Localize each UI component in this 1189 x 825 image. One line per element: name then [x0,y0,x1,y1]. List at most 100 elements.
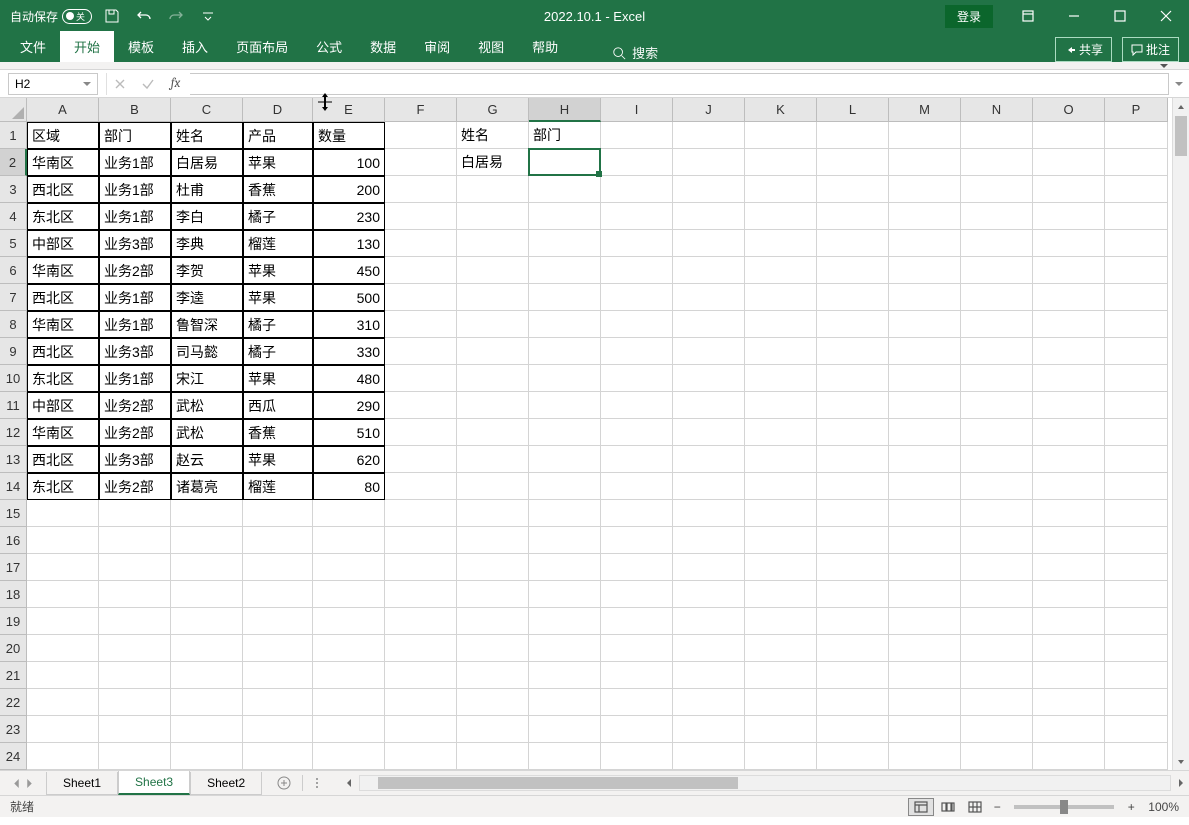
sheet-tab-Sheet2[interactable]: Sheet2 [190,772,262,795]
cell-K17[interactable] [745,554,817,581]
cell-C9[interactable]: 司马懿 [171,338,243,365]
cell-C10[interactable]: 宋江 [171,365,243,392]
ribbon-tab-插入[interactable]: 插入 [168,31,222,62]
cell-H6[interactable] [529,257,601,284]
cell-J13[interactable] [673,446,745,473]
cell-P20[interactable] [1105,635,1168,662]
cell-I21[interactable] [601,662,673,689]
cell-J5[interactable] [673,230,745,257]
cell-N5[interactable] [961,230,1033,257]
cell-J20[interactable] [673,635,745,662]
cell-D7[interactable]: 苹果 [243,284,313,311]
cell-O22[interactable] [1033,689,1105,716]
sheet-tab-Sheet1[interactable]: Sheet1 [46,772,118,795]
cell-H21[interactable] [529,662,601,689]
cell-G17[interactable] [457,554,529,581]
login-button[interactable]: 登录 [945,5,993,28]
col-header-A[interactable]: A [27,98,99,122]
cell-H20[interactable] [529,635,601,662]
cell-G16[interactable] [457,527,529,554]
cell-O16[interactable] [1033,527,1105,554]
hscroll-left-icon[interactable] [341,775,357,791]
cell-E20[interactable] [313,635,385,662]
col-header-J[interactable]: J [673,98,745,122]
row-header-14[interactable]: 14 [0,473,27,500]
cell-C17[interactable] [171,554,243,581]
cell-J22[interactable] [673,689,745,716]
autosave-toggle[interactable]: 自动保存 关 [10,8,92,25]
cell-A22[interactable] [27,689,99,716]
cell-H5[interactable] [529,230,601,257]
cell-E1[interactable]: 数量 [313,122,385,149]
cell-M7[interactable] [889,284,961,311]
cell-L17[interactable] [817,554,889,581]
ribbon-tab-帮助[interactable]: 帮助 [518,31,572,62]
cell-L4[interactable] [817,203,889,230]
cell-K4[interactable] [745,203,817,230]
cell-D22[interactable] [243,689,313,716]
cell-H22[interactable] [529,689,601,716]
cell-H14[interactable] [529,473,601,500]
cell-F1[interactable] [385,122,457,149]
cell-F10[interactable] [385,365,457,392]
cell-C3[interactable]: 杜甫 [171,176,243,203]
cell-P6[interactable] [1105,257,1168,284]
col-header-K[interactable]: K [745,98,817,122]
cell-A3[interactable]: 西北区 [27,176,99,203]
cell-E4[interactable]: 230 [313,203,385,230]
cell-B17[interactable] [99,554,171,581]
cell-D10[interactable]: 苹果 [243,365,313,392]
cell-G20[interactable] [457,635,529,662]
cell-P16[interactable] [1105,527,1168,554]
cell-F13[interactable] [385,446,457,473]
cell-D12[interactable]: 香蕉 [243,419,313,446]
fx-icon[interactable]: fx [162,73,190,95]
cell-N13[interactable] [961,446,1033,473]
cell-G9[interactable] [457,338,529,365]
cell-H2[interactable] [529,149,601,176]
cell-I24[interactable] [601,743,673,770]
cell-E9[interactable]: 330 [313,338,385,365]
cell-N3[interactable] [961,176,1033,203]
cell-B13[interactable]: 业务3部 [99,446,171,473]
cell-M2[interactable] [889,149,961,176]
cell-L22[interactable] [817,689,889,716]
row-header-23[interactable]: 23 [0,716,27,743]
cell-C13[interactable]: 赵云 [171,446,243,473]
row-header-21[interactable]: 21 [0,662,27,689]
cell-N20[interactable] [961,635,1033,662]
cell-A10[interactable]: 东北区 [27,365,99,392]
cell-N12[interactable] [961,419,1033,446]
cell-L9[interactable] [817,338,889,365]
cell-A17[interactable] [27,554,99,581]
cell-B20[interactable] [99,635,171,662]
cell-B10[interactable]: 业务1部 [99,365,171,392]
cell-M20[interactable] [889,635,961,662]
cell-D3[interactable]: 香蕉 [243,176,313,203]
cell-L7[interactable] [817,284,889,311]
cell-H10[interactable] [529,365,601,392]
cell-F2[interactable] [385,149,457,176]
cell-F22[interactable] [385,689,457,716]
cell-L19[interactable] [817,608,889,635]
cell-G15[interactable] [457,500,529,527]
cell-J16[interactable] [673,527,745,554]
cell-O23[interactable] [1033,716,1105,743]
cell-O15[interactable] [1033,500,1105,527]
cell-J19[interactable] [673,608,745,635]
cell-M13[interactable] [889,446,961,473]
cell-O21[interactable] [1033,662,1105,689]
cell-J7[interactable] [673,284,745,311]
cell-O3[interactable] [1033,176,1105,203]
cell-G24[interactable] [457,743,529,770]
scroll-down-icon[interactable] [1173,753,1189,770]
row-header-2[interactable]: 2 [0,149,27,176]
cell-L23[interactable] [817,716,889,743]
cell-L11[interactable] [817,392,889,419]
cell-E3[interactable]: 200 [313,176,385,203]
cell-E15[interactable] [313,500,385,527]
cell-O20[interactable] [1033,635,1105,662]
cell-J11[interactable] [673,392,745,419]
cell-B6[interactable]: 业务2部 [99,257,171,284]
cell-A7[interactable]: 西北区 [27,284,99,311]
